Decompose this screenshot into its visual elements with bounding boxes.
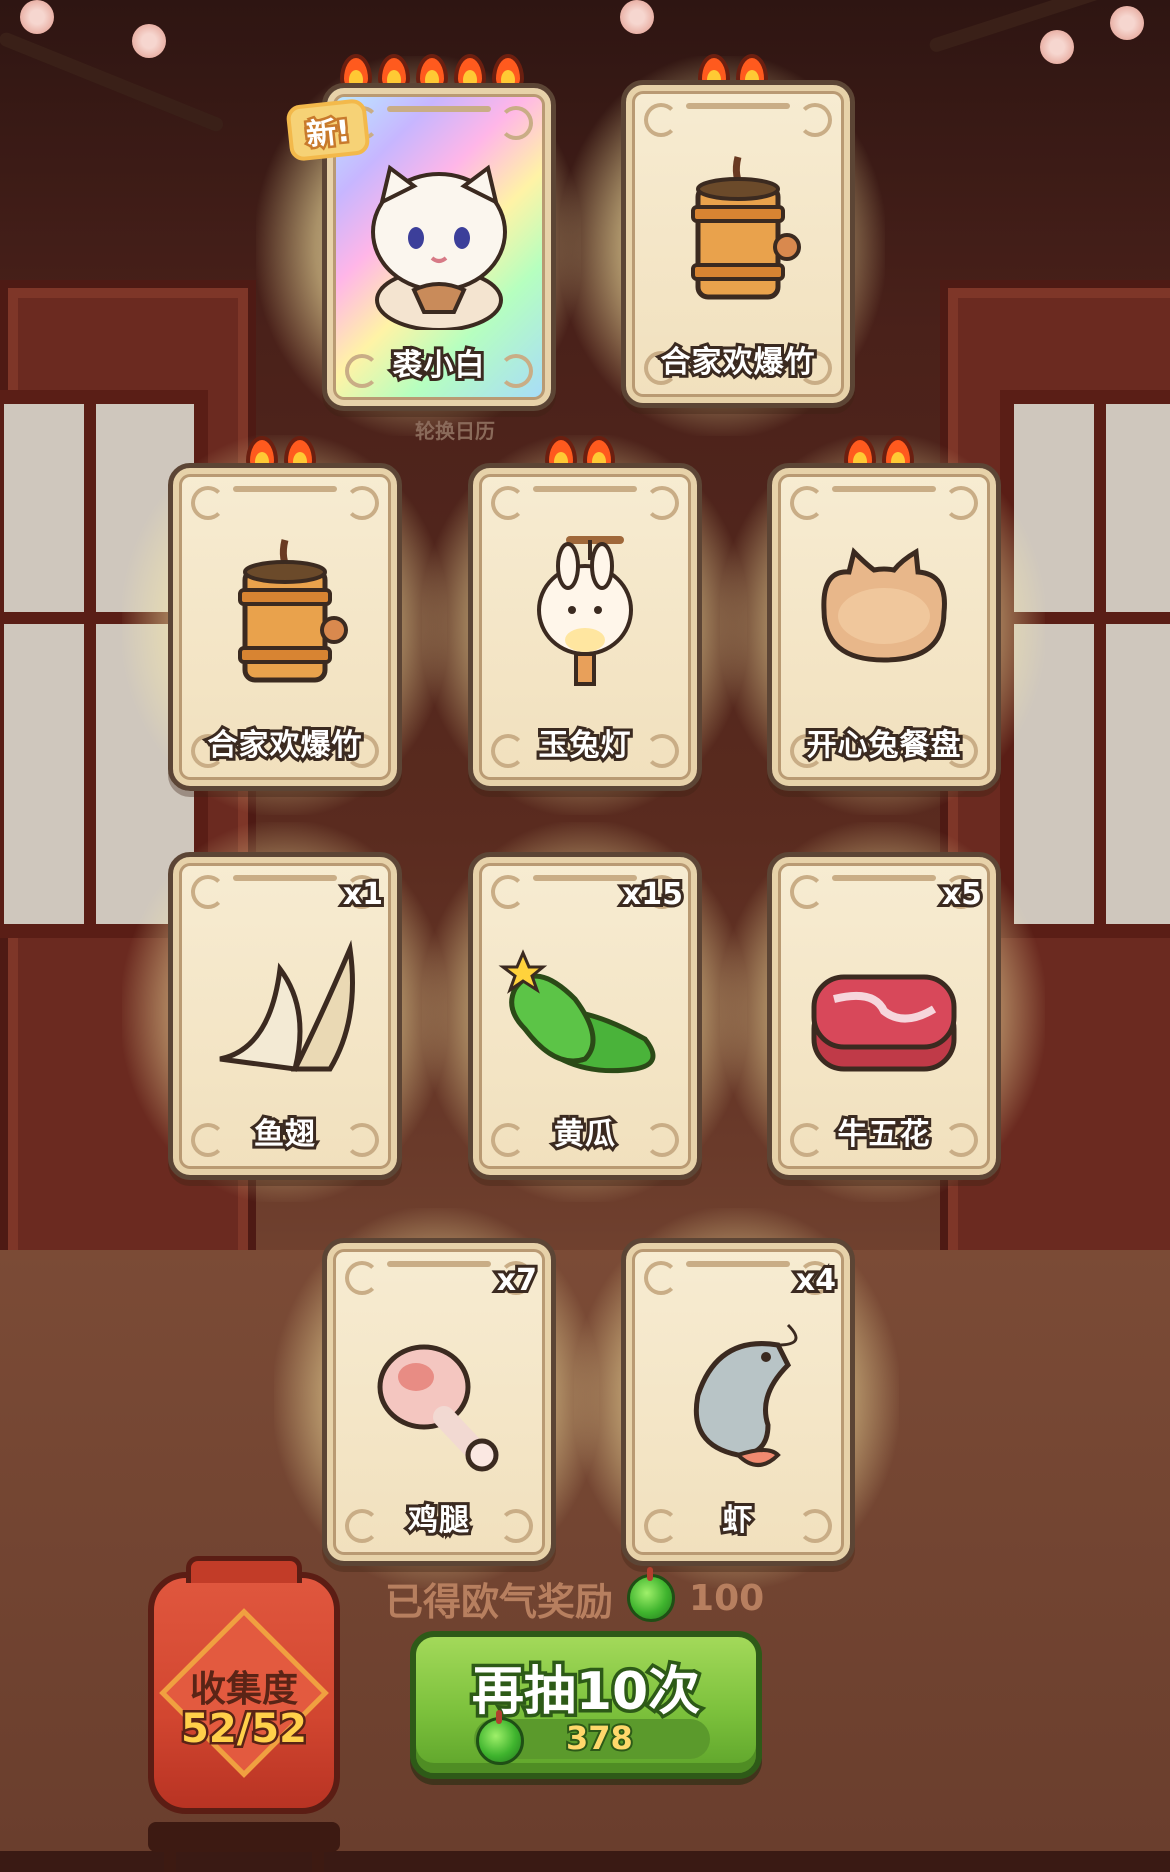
card-ornament (686, 103, 790, 109)
card-name: 虾 (720, 1500, 756, 1541)
luck-reward-label: 已得欧气奖励 (385, 1579, 614, 1624)
lantern-cap (186, 1556, 302, 1583)
card-ornament (798, 103, 832, 137)
item-count: x1 (340, 874, 386, 915)
new-item-tag: 新! (278, 96, 408, 163)
shrimp-icon (693, 1323, 798, 1467)
lantern-leg (164, 1844, 176, 1872)
firecracker-icon (691, 156, 801, 300)
reward-card[interactable]: x15 黄瓜 (468, 852, 702, 1180)
rabbit-plate-icon (821, 547, 947, 663)
draw-again-label: 再抽10次 (468, 1659, 703, 1726)
card-ornament (832, 875, 936, 881)
blossom-flower (1040, 30, 1074, 64)
card-ornament (644, 1261, 678, 1295)
card-ornament (686, 1261, 790, 1267)
card-ornament (790, 875, 824, 909)
card-ornament (944, 486, 978, 520)
new-badge: 新! (285, 97, 371, 163)
card-ornament (644, 103, 678, 137)
chicken-leg-icon (377, 1344, 499, 1472)
lantern-leg (312, 1844, 324, 1872)
reward-card[interactable]: 玉兔灯 (468, 463, 702, 791)
card-ornament (499, 106, 533, 140)
rabbit-lantern-icon (537, 536, 633, 686)
blossom-branch-left (0, 30, 226, 134)
item-count: x5 (939, 874, 985, 915)
blossom-flower (132, 24, 166, 58)
card-ornament (832, 486, 936, 492)
card-ornament (533, 486, 637, 492)
beef-slice-icon (811, 974, 957, 1072)
luck-reward-amount: 100 (689, 1577, 765, 1619)
reward-card[interactable]: 合家欢爆竹 (168, 463, 402, 791)
collection-value: 52/52 (179, 1704, 310, 1755)
card-name: 合家欢爆竹 (205, 725, 365, 766)
blossom-flower (620, 0, 654, 34)
reward-card[interactable]: x1 鱼翅 (168, 852, 402, 1180)
item-count: x7 (494, 1260, 540, 1301)
card-ornament (191, 875, 225, 909)
card-name: 鸡腿 (405, 1500, 472, 1541)
card-ornament (491, 875, 525, 909)
draw-cost: 378 (564, 1717, 635, 1759)
card-ornament (387, 1261, 491, 1267)
collection-label: 收集度 (189, 1669, 298, 1710)
card-name: 裘小白 (390, 345, 488, 386)
card-ornament (191, 486, 225, 520)
draw-again-button[interactable]: 再抽10次 378 (410, 1631, 762, 1779)
green-coin-icon (476, 1710, 524, 1765)
card-name: 黄瓜 (551, 1114, 618, 1155)
reward-card[interactable]: 合家欢爆竹 (621, 80, 855, 408)
card-name: 牛五花 (835, 1114, 933, 1155)
rotation-calendar-label[interactable]: 轮换日历 (415, 415, 495, 444)
collection-lantern[interactable]: 收集度 52/52 (148, 1556, 340, 1872)
reward-card[interactable]: x5 牛五花 (767, 852, 1001, 1180)
white-cat-icon (371, 164, 507, 330)
reward-card[interactable]: x7 鸡腿 (322, 1238, 556, 1566)
reward-card[interactable]: x4 虾 (621, 1238, 855, 1566)
card-ornament (790, 486, 824, 520)
item-count: x15 (619, 874, 686, 915)
card-ornament (233, 875, 337, 881)
firecracker-icon (238, 539, 348, 683)
card-ornament (233, 486, 337, 492)
card-ornament (345, 486, 379, 520)
card-ornament (345, 1261, 379, 1295)
shark-fin-icon (219, 939, 355, 1072)
blossom-flower (20, 0, 54, 34)
card-name: 合家欢爆竹 (658, 342, 818, 383)
card-name: 鱼翅 (251, 1114, 318, 1155)
card-name: 开心兔餐盘 (804, 725, 964, 766)
item-count: x4 (793, 1260, 839, 1301)
blossom-flower (1110, 6, 1144, 40)
card-ornament (491, 486, 525, 520)
green-coin-icon (627, 1567, 676, 1622)
card-name: 玉兔灯 (536, 725, 634, 766)
cucumber-icon (498, 949, 656, 1074)
reward-card[interactable]: 开心兔餐盘 (767, 463, 1001, 791)
card-ornament (645, 486, 679, 520)
luck-reward-row: 已得欧气奖励 100 (385, 1567, 765, 1624)
